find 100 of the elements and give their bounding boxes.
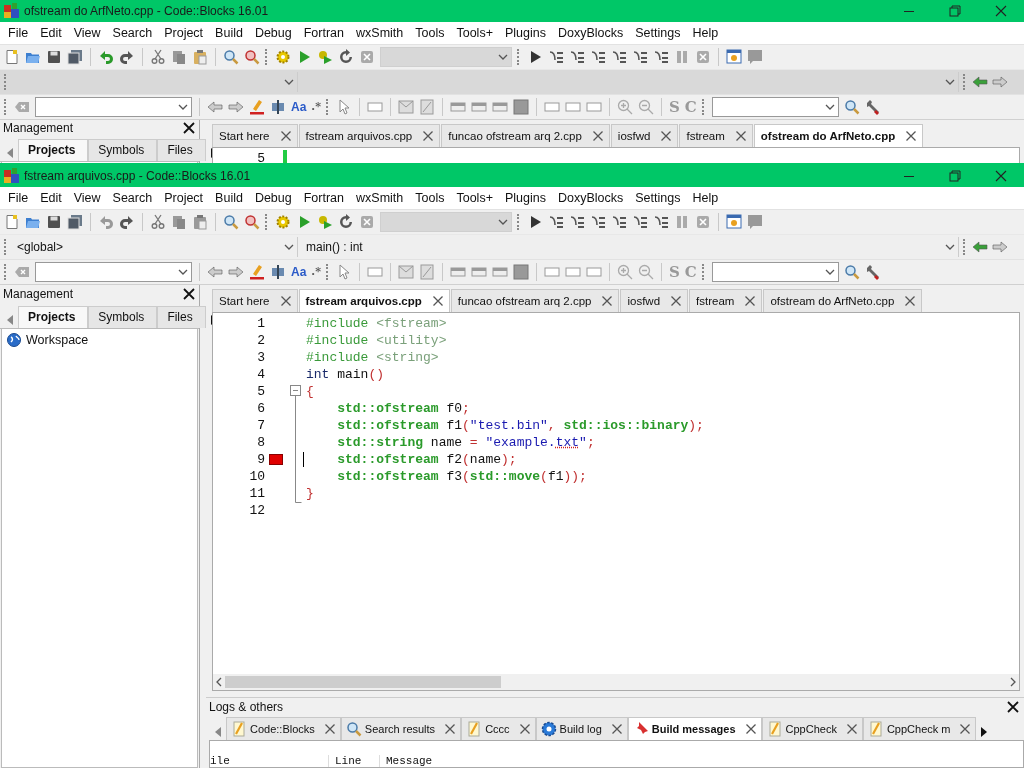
clear-icon[interactable] [14,99,30,115]
panel-tab[interactable]: Symbols [88,139,158,161]
menu-item[interactable]: Debug [248,24,298,42]
step-icon[interactable] [653,214,669,230]
panel-tab[interactable]: Projects [18,139,89,161]
menu-item[interactable]: DoxyBlocks [551,189,630,207]
workspace-icon[interactable] [6,332,22,348]
step-icon[interactable] [548,49,564,65]
rectangle-icon[interactable] [564,99,581,115]
search-field[interactable] [711,97,839,117]
new-file-icon[interactable] [4,49,20,65]
wrench-icon[interactable] [864,264,881,280]
rectangle-icon[interactable] [366,99,383,115]
panel-icon[interactable] [470,264,487,280]
stop-icon[interactable] [695,214,711,230]
log-tab[interactable]: Build log [535,717,628,740]
envelope-icon[interactable] [397,264,414,280]
gear-icon[interactable] [275,214,291,230]
toolbar-grip[interactable] [325,264,331,280]
replace-icon[interactable] [244,214,260,230]
rectangle-icon[interactable] [366,264,383,280]
step-icon[interactable] [590,49,606,65]
fold-marker-drawing[interactable] [288,383,304,503]
tree-item[interactable]: Workspace [26,333,89,347]
envelope-icon[interactable] [397,99,414,115]
format-button[interactable]: Aa [291,264,307,280]
new-file-icon[interactable] [4,214,20,230]
pause-icon[interactable] [674,214,690,230]
horizontal-scrollbar[interactable] [213,674,1019,690]
format-button[interactable]: .* [311,99,321,115]
search-field[interactable] [35,97,192,117]
comment-icon[interactable] [747,214,763,230]
close-icon[interactable] [181,286,197,302]
menu-item[interactable]: Fortran [297,24,351,42]
menu-item[interactable]: File [2,24,35,42]
menu-item[interactable]: wxSmith [350,189,410,207]
forward-arrow-icon[interactable] [228,264,244,280]
toolbar-grip[interactable] [701,99,707,115]
highlighter-icon[interactable] [249,264,265,280]
editor-tab[interactable]: Start here [212,124,298,147]
panel-tab[interactable]: Projects [18,306,89,328]
page-icon[interactable] [418,264,435,280]
panel-tab[interactable]: Files [157,306,206,328]
rectangle-icon[interactable] [564,264,581,280]
undo-icon[interactable] [98,214,114,230]
comment-icon[interactable] [747,49,763,65]
copy-icon[interactable] [171,49,187,65]
save-all-icon[interactable] [67,214,83,230]
menu-item[interactable]: Project [158,189,210,207]
copy-icon[interactable] [171,214,187,230]
menu-item[interactable]: Build [209,189,249,207]
step-icon[interactable] [653,49,669,65]
forward-arrow-icon[interactable] [992,74,1008,90]
search-icon[interactable] [223,49,239,65]
save-icon[interactable] [46,214,62,230]
step-icon[interactable] [611,49,627,65]
log-tab[interactable]: Cccc [461,717,536,740]
wrench-icon[interactable] [864,99,881,115]
editor-tab[interactable]: funcao ofstream arq 2.cpp [441,124,610,147]
log-tab[interactable]: CppCheck [761,717,863,740]
panel-tab[interactable]: Files [157,139,206,161]
toolbar-grip[interactable] [4,74,9,90]
menu-item[interactable]: Help [686,189,725,207]
menu-item[interactable]: wxSmith [350,24,410,42]
menu-item[interactable]: Build [209,24,249,42]
rectangle-icon[interactable] [585,99,602,115]
panel-icon[interactable] [491,264,508,280]
step-icon[interactable] [569,49,585,65]
panel-icon[interactable] [449,264,466,280]
abort-icon[interactable] [359,214,375,230]
menu-item[interactable]: View [67,189,107,207]
abort-icon[interactable] [359,49,375,65]
toolbar-grip[interactable] [963,74,968,90]
scroll-right-icon[interactable] [1010,677,1016,687]
step-icon[interactable] [632,214,648,230]
panel-icon[interactable] [449,99,466,115]
clear-icon[interactable] [14,264,30,280]
paste-icon[interactable] [192,49,208,65]
menu-item[interactable]: DoxyBlocks [551,24,630,42]
menu-item[interactable]: Edit [34,24,68,42]
toolbar-grip[interactable] [325,99,331,115]
editor-tab[interactable]: fstream arquivos.cpp [298,124,441,147]
save-icon[interactable] [46,49,62,65]
editor-tab[interactable]: ofstream do ArfNeto.cpp [753,124,924,147]
paste-icon[interactable] [192,214,208,230]
page-icon[interactable] [418,99,435,115]
editor-tab[interactable]: iosfwd [620,289,689,312]
log-tab[interactable]: Search results [340,717,462,740]
replace-icon[interactable] [244,49,260,65]
menu-item[interactable]: Plugins [498,189,552,207]
toolbar-grip[interactable] [517,214,522,230]
step-icon[interactable] [590,214,606,230]
search-field[interactable] [711,262,839,282]
toolbar-grip[interactable] [4,239,9,255]
editor-tab[interactable]: ofstream do ArfNeto.cpp [763,289,923,312]
toolbar-grip[interactable] [265,49,270,65]
panel-tab[interactable]: Symbols [88,306,158,328]
build-run-icon[interactable] [317,49,333,65]
zoom-in-icon[interactable] [616,99,633,115]
menu-item[interactable]: Plugins [498,24,552,42]
